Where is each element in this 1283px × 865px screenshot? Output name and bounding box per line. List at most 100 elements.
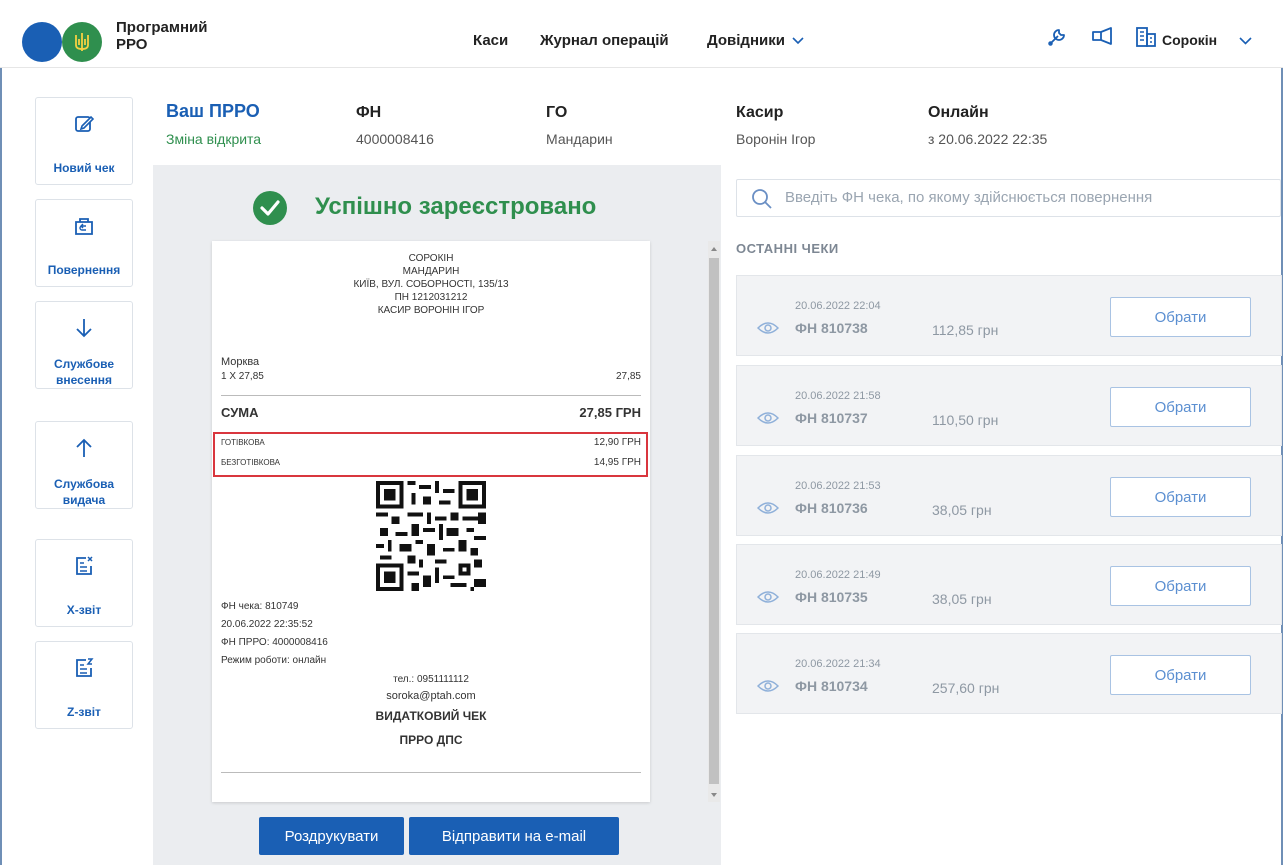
x-report-icon: [36, 554, 132, 580]
logo-circle-blue: [22, 22, 62, 62]
eye-icon[interactable]: [757, 590, 779, 604]
trident-logo-icon: [62, 22, 102, 62]
scroll-thumb[interactable]: [709, 258, 719, 784]
sidebar-item-label: Новий чек: [53, 161, 115, 175]
receipt-header-line: МАНДАРИН: [402, 266, 460, 277]
success-text: Успішно зареєстровано: [315, 193, 597, 220]
search-icon: [752, 189, 772, 209]
check-date: 20.06.2022 21:53: [795, 480, 881, 492]
chevron-down-icon: [792, 37, 804, 45]
go-value: Мандарин: [546, 131, 613, 147]
check-amount: 38,05 грн: [932, 502, 992, 518]
select-button[interactable]: Обрати: [1110, 477, 1251, 517]
recent-check-card: 20.06.2022 21:58 ФН 810737 110,50 грн Об…: [736, 365, 1282, 446]
check-fn: ФН 810737: [795, 410, 868, 426]
eye-icon[interactable]: [757, 411, 779, 425]
fn-label: ФН: [356, 104, 382, 121]
receipt-phone: тел.: 0951111112: [393, 674, 469, 685]
nav-directories[interactable]: Довідники: [707, 32, 804, 49]
receipt-email: soroka@ptah.com: [386, 690, 476, 702]
scroll-down-arrow-icon[interactable]: [708, 790, 720, 800]
select-button[interactable]: Обрати: [1110, 566, 1251, 606]
app-title: Програмний РРО: [116, 19, 207, 53]
recent-check-card: 20.06.2022 21:49 ФН 810735 38,05 грн Обр…: [736, 544, 1282, 625]
scroll-up-arrow-icon[interactable]: [708, 244, 720, 254]
sidebar-item-label: Х-звіт: [66, 603, 102, 617]
user-menu[interactable]: Сорокін: [1162, 32, 1252, 48]
search-field[interactable]: Введіть ФН чека, по якому здійснюється п…: [736, 179, 1281, 217]
select-button[interactable]: Обрати: [1110, 297, 1251, 337]
check-date: 20.06.2022 21:34: [795, 658, 881, 670]
search-placeholder: Введіть ФН чека, по якому здійснюється п…: [785, 189, 1153, 206]
receipt-item-name: Морква: [221, 356, 260, 368]
sidebar-item-z-report[interactable]: Z-звіт: [35, 641, 133, 729]
receipt-card-label: БЕЗГОТІВКОВА: [221, 458, 280, 467]
cashier-label: Касир: [736, 104, 784, 121]
sidebar-item-service-deposit[interactable]: Службове внесення: [35, 301, 133, 389]
nav-kasy[interactable]: Каси: [473, 32, 508, 49]
check-circle-icon: [253, 191, 287, 225]
recent-check-card: 20.06.2022 22:04 ФН 810738 112,85 грн Об…: [736, 275, 1282, 356]
select-button[interactable]: Обрати: [1110, 655, 1251, 695]
qr-code: [375, 481, 487, 591]
print-button[interactable]: Роздрукувати: [259, 817, 404, 855]
check-amount: 112,85 грн: [932, 322, 999, 338]
online-value: з 20.06.2022 22:35: [928, 131, 1048, 147]
receipt-divider: [221, 395, 641, 396]
eye-icon[interactable]: [757, 679, 779, 693]
check-amount: 110,50 грн: [932, 412, 999, 428]
app-title-line2: РРО: [116, 36, 148, 53]
sidebar-item-new-check[interactable]: Новий чек: [35, 97, 133, 185]
online-label: Онлайн: [928, 104, 989, 121]
fn-value: 4000008416: [356, 131, 434, 147]
app-title-line1: Програмний: [116, 19, 208, 36]
check-date: 20.06.2022 21:49: [795, 569, 881, 581]
check-amount: 38,05 грн: [932, 591, 992, 607]
z-report-icon: [36, 656, 132, 682]
check-date: 20.06.2022 21:58: [795, 390, 881, 402]
sidebar-item-label: Z-звіт: [67, 705, 101, 719]
user-chevron-down-icon: [1239, 37, 1252, 45]
check-date: 20.06.2022 22:04: [795, 300, 881, 312]
eye-icon[interactable]: [757, 501, 779, 515]
sidebar-item-label: Службова: [53, 477, 115, 491]
edit-icon: [36, 112, 132, 138]
nav-operations-log[interactable]: Журнал операцій: [540, 32, 669, 49]
send-email-button[interactable]: Відправити на e-mail: [409, 817, 619, 855]
success-banner: Успішно зареєстровано: [252, 190, 672, 226]
receipt-fn-check: ФН чека: 810749: [221, 601, 299, 612]
receipt-card-value: 14,95 ГРН: [593, 457, 641, 468]
sidebar-item-service-withdrawal[interactable]: Службова видача: [35, 421, 133, 509]
arrow-up-icon: [36, 436, 132, 462]
sidebar-item-label-line2: внесення: [56, 373, 112, 387]
receipt-fn-prro: ФН ПРРО: 4000008416: [221, 637, 328, 648]
select-button[interactable]: Обрати: [1110, 387, 1251, 427]
receipt: СОРОКІН МАНДАРИН КИЇВ, ВУЛ. СОБОРНОСТІ, …: [212, 241, 650, 802]
receipt-header-line: СОРОКІН: [408, 253, 454, 264]
building-icon[interactable]: [1135, 26, 1157, 53]
sidebar-item-x-report[interactable]: Х-звіт: [35, 539, 133, 627]
sidebar-item-return[interactable]: Повернення: [35, 199, 133, 287]
receipt-type: ВИДАТКОВИЙ ЧЕК: [375, 709, 487, 723]
wrench-icon[interactable]: [1046, 26, 1068, 53]
sidebar-item-label: Службове: [53, 357, 115, 371]
eye-icon[interactable]: [757, 321, 779, 335]
megaphone-icon[interactable]: [1091, 26, 1115, 53]
sidebar-item-label-line2: видача: [62, 493, 106, 507]
user-name: Сорокін: [1162, 32, 1218, 48]
receipt-datetime: 20.06.2022 22:35:52: [221, 619, 313, 630]
receipt-item-qty: 1 X 27,85: [221, 371, 264, 382]
recent-checks-title: ОСТАННІ ЧЕКИ: [736, 241, 839, 256]
receipt-header-line: КАСИР ВОРОНІН ІГОР: [377, 305, 485, 316]
check-amount: 257,60 грн: [932, 680, 1000, 696]
check-fn: ФН 810734: [795, 678, 868, 694]
top-bar: Програмний РРО Каси Журнал операцій Дові…: [0, 0, 1283, 68]
cashier-value: Воронін Ігор: [736, 131, 816, 147]
payment-highlight-box: [213, 432, 648, 477]
prro-title: Ваш ПРРО: [166, 101, 260, 121]
receipt-header-line: КИЇВ, ВУЛ. СОБОРНОСТІ, 135/13: [353, 279, 509, 290]
receipt-cash-label: ГОТІВКОВА: [221, 438, 265, 447]
receipt-sum-label: СУМА: [221, 405, 259, 420]
check-fn: ФН 810736: [795, 500, 868, 516]
receipt-authority: ПРРО ДПС: [399, 733, 463, 747]
